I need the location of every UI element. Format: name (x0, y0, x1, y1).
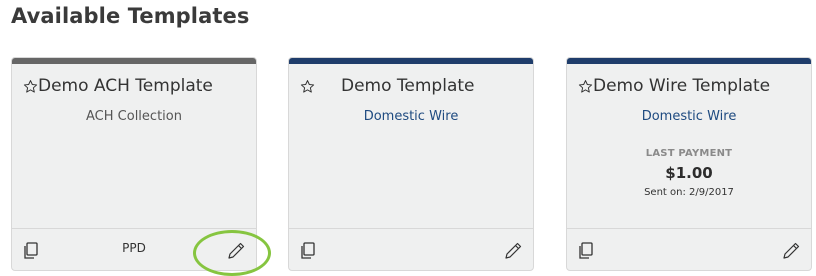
card-footer (567, 228, 811, 270)
sec-code-label: PPD (122, 241, 146, 255)
template-card[interactable]: Demo ACH Template ACH Collection PPD (11, 57, 257, 271)
template-card[interactable]: Demo Wire Template Domestic Wire LAST PA… (566, 57, 812, 271)
card-body: Demo Wire Template Domestic Wire LAST PA… (567, 64, 811, 229)
card-payment-type: Domestic Wire (363, 109, 459, 124)
templates-grid: Demo ACH Template ACH Collection PPD Dem… (11, 57, 812, 276)
card-title[interactable]: Demo ACH Template (38, 76, 213, 96)
card-footer (289, 228, 533, 270)
card-payment-type: ACH Collection (86, 109, 182, 124)
star-outline-icon[interactable] (299, 77, 315, 95)
copy-icon[interactable] (299, 241, 317, 261)
card-title-row: Demo ACH Template (22, 76, 248, 96)
star-outline-icon[interactable] (22, 77, 38, 95)
card-payment-type: Domestic Wire (641, 109, 737, 124)
card-title-row: Demo Template (299, 76, 525, 96)
copy-icon[interactable] (577, 241, 595, 261)
sent-on-date: Sent on: 2/9/2017 (644, 187, 734, 198)
star-outline-icon[interactable] (577, 77, 593, 95)
page-title: Available Templates (11, 4, 250, 28)
pencil-icon[interactable] (226, 241, 246, 261)
card-title[interactable]: Demo Wire Template (593, 76, 770, 96)
card-body: Demo Template Domestic Wire (289, 64, 533, 229)
pencil-icon[interactable] (503, 241, 523, 261)
pencil-icon[interactable] (781, 241, 801, 261)
last-payment-label: LAST PAYMENT (645, 148, 733, 159)
card-title[interactable]: Demo Template (341, 76, 475, 96)
last-payment-amount: $1.00 (665, 164, 713, 182)
card-title-row: Demo Wire Template (577, 76, 803, 96)
template-card[interactable]: Demo Template Domestic Wire (288, 57, 534, 271)
card-footer: PPD (12, 228, 256, 270)
card-body: Demo ACH Template ACH Collection (12, 64, 256, 229)
